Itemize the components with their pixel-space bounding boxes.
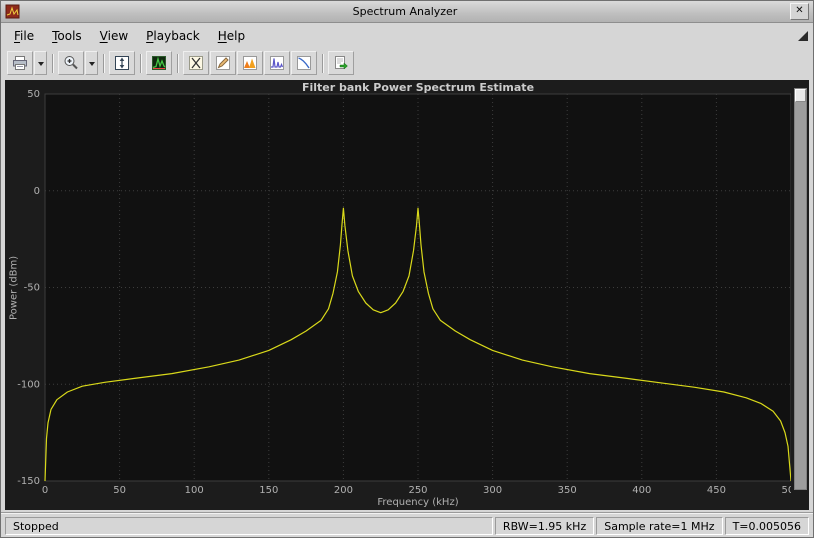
svg-text:300: 300	[483, 485, 502, 496]
svg-text:100: 100	[185, 485, 204, 496]
y-axis-label: Power (dBm)	[8, 255, 20, 320]
vertical-scrollbar[interactable]	[794, 88, 807, 490]
svg-text:150: 150	[259, 485, 278, 496]
svg-text:350: 350	[558, 485, 577, 496]
menu-overflow-icon[interactable]	[798, 31, 808, 41]
zoom-in-button[interactable]	[58, 51, 84, 75]
toolbar-separator	[322, 53, 324, 73]
svg-text:450: 450	[707, 485, 726, 496]
svg-text:50: 50	[27, 89, 40, 100]
close-button[interactable]: ✕	[790, 3, 809, 20]
dropdown-arrow-icon	[37, 61, 44, 69]
toolbar-separator	[52, 53, 54, 73]
peak-finder-icon	[242, 55, 258, 71]
spectrum-analyzer-window: Spectrum Analyzer ✕ File Tools View Play…	[0, 0, 814, 538]
status-time: T=0.005056	[724, 516, 809, 535]
svg-text:0: 0	[34, 186, 40, 197]
svg-text:50: 50	[113, 485, 126, 496]
plot-wrapper: Filter bank Power Spectrum Estimate 0 50 1…	[1, 77, 813, 513]
window-title: Spectrum Analyzer	[352, 5, 458, 18]
distortion-measurements-button[interactable]	[264, 51, 290, 75]
zoom-in-icon	[63, 55, 79, 71]
status-rbw: RBW=1.95 kHz	[494, 516, 595, 535]
menu-item-help[interactable]: Help	[209, 25, 254, 47]
distortion-measurements-icon	[269, 55, 285, 71]
export-icon	[333, 55, 349, 71]
svg-text:400: 400	[632, 485, 651, 496]
toolbar-separator	[177, 53, 179, 73]
close-icon: ✕	[795, 5, 804, 16]
plot-panel: Filter bank Power Spectrum Estimate 0 50 1…	[5, 80, 809, 510]
svg-text:250: 250	[408, 485, 427, 496]
peak-finder-button[interactable]	[237, 51, 263, 75]
titlebar[interactable]: Spectrum Analyzer ✕	[1, 1, 813, 23]
ccdf-measurements-icon	[296, 55, 312, 71]
plot-canvas[interactable]: 050100150200250300350400450500500-50-100…	[5, 80, 791, 510]
dropdown-arrow-icon	[88, 61, 95, 69]
spectrum-settings-icon	[151, 55, 167, 71]
zoom-dropdown[interactable]	[85, 51, 98, 75]
export-button[interactable]	[328, 51, 354, 75]
signal-statistics-button[interactable]	[210, 51, 236, 75]
toolbar	[1, 49, 813, 77]
svg-text:0: 0	[42, 485, 48, 496]
print-button[interactable]	[7, 51, 33, 75]
scale-axes-icon	[114, 55, 130, 71]
menu-item-file[interactable]: File	[5, 25, 43, 47]
svg-text:-50: -50	[24, 283, 40, 294]
toolbar-separator	[103, 53, 105, 73]
cursor-measurements-icon	[188, 55, 204, 71]
signal-statistics-icon	[215, 55, 231, 71]
spectrum-settings-button[interactable]	[146, 51, 172, 75]
svg-text:500: 500	[781, 485, 791, 496]
scrollbar-thumb[interactable]	[795, 89, 806, 102]
status-state: Stopped	[5, 516, 493, 535]
toolbar-separator	[140, 53, 142, 73]
printer-icon	[12, 55, 28, 71]
window-icon	[5, 4, 20, 19]
cursor-measurements-button[interactable]	[183, 51, 209, 75]
svg-text:200: 200	[334, 485, 353, 496]
menu-item-tools[interactable]: Tools	[43, 25, 91, 47]
status-sample-rate: Sample rate=1 MHz	[596, 516, 723, 535]
scale-axes-button[interactable]	[109, 51, 135, 75]
x-axis-label: Frequency (kHz)	[377, 497, 459, 508]
print-dropdown[interactable]	[34, 51, 47, 75]
menu-item-playback[interactable]: Playback	[137, 25, 209, 47]
menubar: File Tools View Playback Help	[1, 23, 813, 49]
ccdf-measurements-button[interactable]	[291, 51, 317, 75]
statusbar: Stopped RBW=1.95 kHz Sample rate=1 MHz T…	[1, 513, 813, 537]
menu-item-view[interactable]: View	[91, 25, 137, 47]
